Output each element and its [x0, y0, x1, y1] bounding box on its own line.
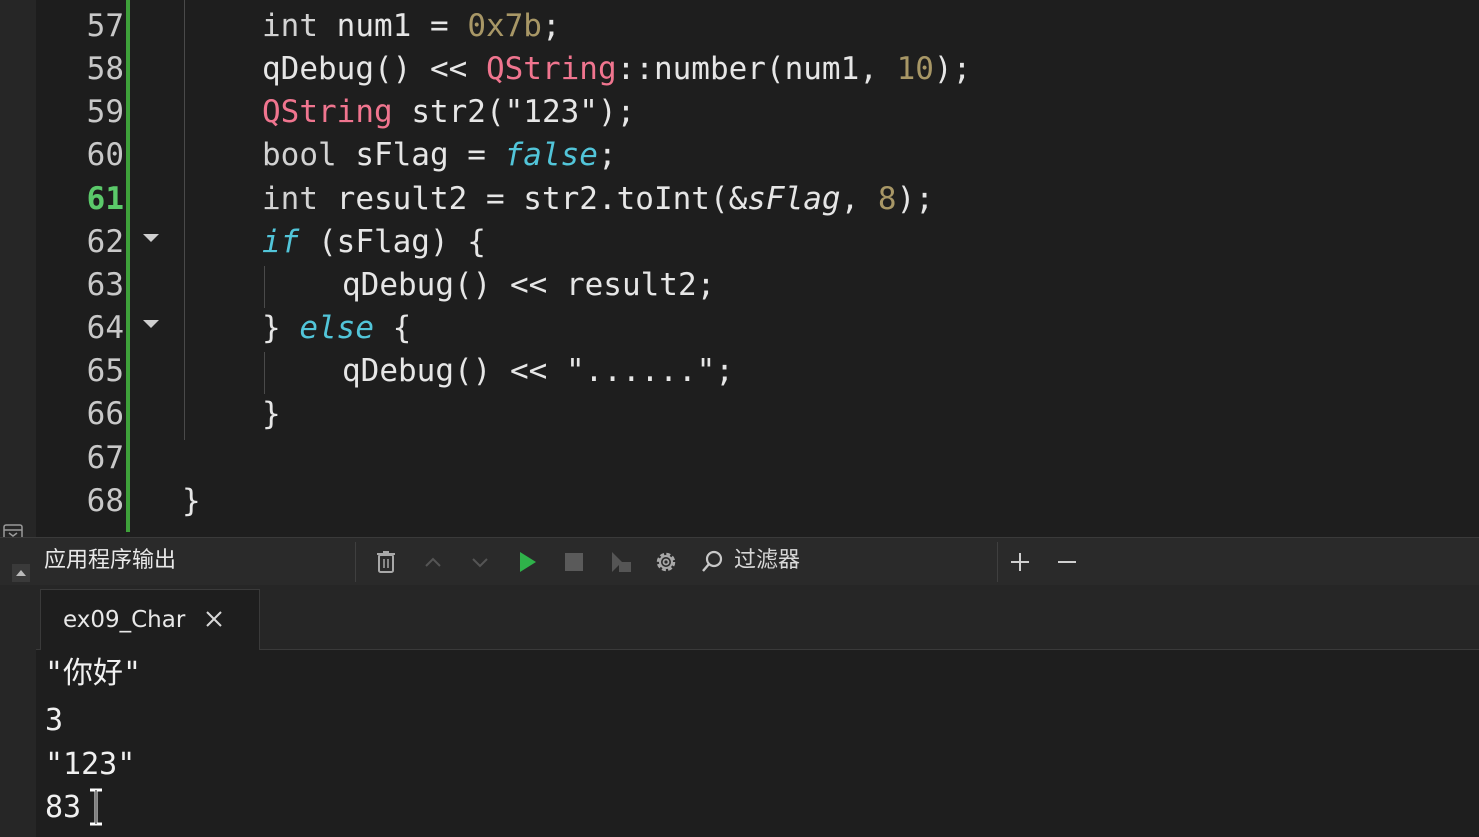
output-tab-bar: ex09_Char — [36, 585, 1479, 650]
filter-input[interactable]: 过滤器 — [734, 546, 800, 576]
line-number: 62 — [86, 224, 124, 260]
close-icon[interactable] — [201, 606, 227, 632]
output-panel-title: 应用程序输出 — [44, 548, 177, 573]
qt-creator-window: 57 int num1 = 0x7b; 58 qDebug() << QStri… — [0, 0, 1479, 837]
code-text: qDebug() << result2; — [342, 267, 716, 303]
line-number: 67 — [86, 440, 124, 476]
code-line: 58 qDebug() << QString::number(num1, 10)… — [0, 48, 1479, 91]
gear-icon[interactable] — [650, 546, 682, 578]
chevron-up-icon[interactable] — [417, 546, 449, 578]
code-text: if (sFlag) { — [262, 224, 486, 260]
code-text: } — [262, 396, 281, 432]
tab-ex09-char[interactable]: ex09_Char — [40, 589, 260, 650]
toolbar-separator — [355, 542, 356, 582]
output-line: 83 — [45, 790, 82, 825]
fold-arrow-icon[interactable] — [143, 320, 159, 328]
code-line: 60 bool sFlag = false; — [0, 134, 1479, 177]
line-number: 59 — [86, 94, 124, 130]
play-icon[interactable] — [511, 546, 543, 578]
code-line: 63 qDebug() << result2; — [0, 264, 1479, 307]
search-icon[interactable] — [697, 546, 729, 578]
output-line: "123" — [45, 747, 136, 782]
code-line: 68 } — [0, 480, 1479, 523]
attach-icon[interactable] — [605, 546, 637, 578]
line-number: 57 — [86, 8, 124, 44]
current-line-number: 61 — [86, 181, 124, 217]
chevron-up-icon[interactable] — [12, 564, 30, 582]
code-text: qDebug() << QString::number(num1, 10); — [262, 51, 972, 87]
text-cursor-icon — [86, 786, 106, 828]
line-number: 65 — [86, 353, 124, 389]
line-number: 60 — [86, 137, 124, 173]
code-text: bool sFlag = false; — [262, 137, 617, 173]
code-line: 59 QString str2("123"); — [0, 91, 1479, 134]
output-left-rail — [0, 585, 36, 837]
code-line: 57 int num1 = 0x7b; — [0, 5, 1479, 48]
code-text: } else { — [262, 310, 412, 346]
code-text: qDebug() << "......"; — [342, 353, 734, 389]
code-line: 66 } — [0, 393, 1479, 436]
line-number: 66 — [86, 396, 124, 432]
minus-icon[interactable] — [1051, 546, 1083, 578]
code-line: 65 qDebug() << "......"; — [0, 350, 1479, 393]
line-number: 68 — [86, 483, 124, 519]
code-line: 64 } else { — [0, 307, 1479, 350]
output-panel-toolbar: 应用程序输出 过滤器 — [0, 537, 1479, 586]
fold-arrow-icon[interactable] — [143, 234, 159, 242]
line-number: 64 — [86, 310, 124, 346]
code-line-current: 61 int result2 = str2.toInt(&sFlag, 8); — [0, 178, 1479, 221]
tab-label: ex09_Char — [63, 607, 186, 633]
chevron-down-icon[interactable] — [464, 546, 496, 578]
code-text: } — [182, 483, 201, 519]
stop-icon[interactable] — [558, 546, 590, 578]
trash-icon[interactable] — [370, 546, 402, 578]
code-line: 62 if (sFlag) { — [0, 221, 1479, 264]
line-number: 58 — [86, 51, 124, 87]
toolbar-separator — [997, 542, 998, 582]
code-text: int result2 = str2.toInt(&sFlag, 8); — [262, 181, 934, 217]
application-output[interactable]: "你好" 3 "123" 83 — [36, 650, 1479, 837]
code-line: 67 — [0, 437, 1479, 480]
plus-icon[interactable] — [1004, 546, 1036, 578]
code-text: QString str2("123"); — [262, 94, 636, 130]
code-text: int num1 = 0x7b; — [262, 8, 561, 44]
output-line: "你好" — [45, 656, 142, 691]
line-number: 63 — [86, 267, 124, 303]
output-line: 3 — [45, 703, 64, 738]
